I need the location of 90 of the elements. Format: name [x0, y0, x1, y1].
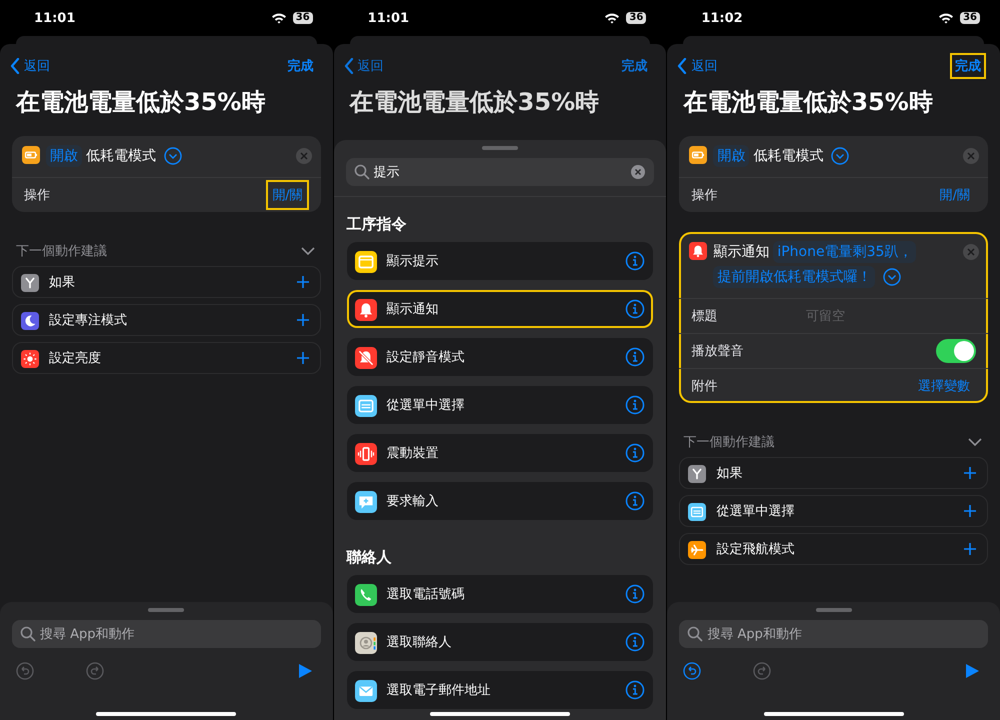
collapse-chevron-icon[interactable]	[968, 438, 982, 446]
info-icon[interactable]	[625, 632, 646, 652]
title-field[interactable]: 可留空	[806, 308, 926, 324]
section-heading: 下一個動作建議	[16, 243, 107, 260]
add-icon[interactable]	[296, 275, 310, 289]
parameter-value-link[interactable]: 選擇變數	[912, 371, 976, 401]
wifi-icon	[938, 12, 954, 24]
search-field[interactable]: 搜尋 App和動作	[679, 620, 988, 648]
action-row[interactable]: 震動裝置	[346, 434, 654, 472]
action-name: 低耗電模式	[753, 148, 824, 164]
wifi-icon	[604, 12, 620, 24]
info-icon[interactable]	[625, 251, 646, 271]
search-icon	[354, 164, 370, 180]
action-name: 低耗電模式	[86, 148, 156, 164]
variable-token[interactable]: iPhone電量剩35趴，	[773, 241, 916, 263]
action-row[interactable]: 設定靜音模式	[346, 338, 654, 376]
info-icon[interactable]	[625, 299, 646, 319]
play-icon[interactable]	[296, 663, 313, 679]
add-icon[interactable]	[296, 351, 310, 365]
back-button[interactable]: 返回	[344, 57, 384, 75]
search-icon	[687, 626, 704, 642]
collapse-chevron-icon[interactable]	[300, 246, 315, 256]
parameter-label: 附件	[691, 378, 718, 395]
page-title: 在電池電量低於35%時	[348, 87, 600, 118]
action-name: 顯示通知	[713, 244, 770, 260]
back-chevron-icon	[10, 58, 20, 74]
section-heading: 聯絡人	[345, 547, 393, 568]
info-icon[interactable]	[625, 347, 646, 367]
page-title: 在電池電量低於35%時	[14, 87, 266, 118]
back-button[interactable]: 返回	[677, 57, 718, 75]
action-row[interactable]: 選取聯絡人	[346, 623, 654, 661]
suggestion-row[interactable]: 如果	[679, 457, 988, 489]
parameter-label: 播放聲音	[691, 343, 744, 360]
expand-chevron-icon[interactable]	[831, 147, 850, 166]
info-icon[interactable]	[625, 680, 646, 700]
suggestion-row[interactable]: 如果	[12, 266, 321, 298]
add-icon[interactable]	[963, 504, 978, 518]
parameter-label: 標題	[691, 308, 718, 325]
section-heading: 工序指令	[346, 214, 408, 235]
action-row[interactable]: 選取電話號碼	[346, 575, 654, 613]
variable-token[interactable]: 開啟	[46, 145, 82, 167]
expand-chevron-icon[interactable]	[883, 268, 902, 286]
info-icon[interactable]	[625, 584, 646, 604]
parameter-label: 操作	[691, 187, 718, 204]
info-icon[interactable]	[625, 491, 646, 511]
action-row[interactable]: 選取電子郵件地址	[346, 671, 654, 709]
page-title: 在電池電量低於35%時	[682, 87, 934, 118]
suggestion-row[interactable]: 設定專注模式	[12, 304, 321, 336]
clock-time: 11:01	[368, 10, 410, 26]
battery-level: 36	[960, 12, 980, 24]
sheet-handle[interactable]	[816, 608, 852, 612]
suggestion-row[interactable]: 從選單中選擇	[679, 495, 988, 527]
back-button[interactable]: 返回	[10, 57, 50, 75]
action-row[interactable]: 從選單中選擇	[346, 386, 654, 424]
clear-icon[interactable]	[630, 164, 646, 180]
sheet-handle[interactable]	[482, 146, 518, 150]
suggestion-row[interactable]: 設定亮度	[12, 342, 321, 374]
parameter-value-link[interactable]: 開/關	[934, 180, 976, 210]
done-button[interactable]: 完成	[616, 53, 652, 79]
done-button[interactable]: 完成	[950, 53, 986, 79]
back-chevron-icon	[344, 58, 354, 74]
search-icon	[20, 626, 36, 642]
expand-chevron-icon[interactable]	[164, 147, 182, 166]
section-heading: 下一個動作建議	[683, 434, 774, 451]
battery-level: 36	[626, 12, 646, 24]
variable-token[interactable]: 開啟	[713, 145, 750, 167]
info-icon[interactable]	[625, 395, 646, 415]
clock-time: 11:02	[701, 10, 743, 26]
battery-level: 36	[292, 12, 313, 24]
variable-token[interactable]: 提前開啟低耗電模式囉！	[713, 266, 876, 288]
play-icon[interactable]	[964, 663, 980, 679]
add-icon[interactable]	[963, 466, 978, 480]
search-field[interactable]: 搜尋 App和動作	[12, 620, 321, 648]
action-row[interactable]: 顯示通知	[346, 290, 654, 328]
wifi-icon	[270, 12, 287, 24]
back-chevron-icon	[677, 58, 688, 74]
clock-time: 11:01	[34, 10, 76, 26]
suggestion-row[interactable]: 設定飛航模式	[679, 533, 988, 565]
parameter-label: 操作	[24, 187, 50, 204]
sheet-handle[interactable]	[148, 608, 184, 612]
action-row[interactable]: 要求輸入	[346, 482, 654, 520]
sound-toggle[interactable]	[936, 339, 976, 363]
info-icon[interactable]	[625, 443, 646, 463]
add-icon[interactable]	[963, 542, 978, 556]
action-row[interactable]: 顯示提示	[346, 242, 654, 280]
search-field[interactable]: 提示	[346, 158, 654, 186]
parameter-value-link[interactable]: 開/關	[266, 180, 309, 210]
undo-icon[interactable]	[683, 662, 702, 680]
done-button[interactable]: 完成	[282, 53, 319, 79]
add-icon[interactable]	[296, 313, 310, 327]
